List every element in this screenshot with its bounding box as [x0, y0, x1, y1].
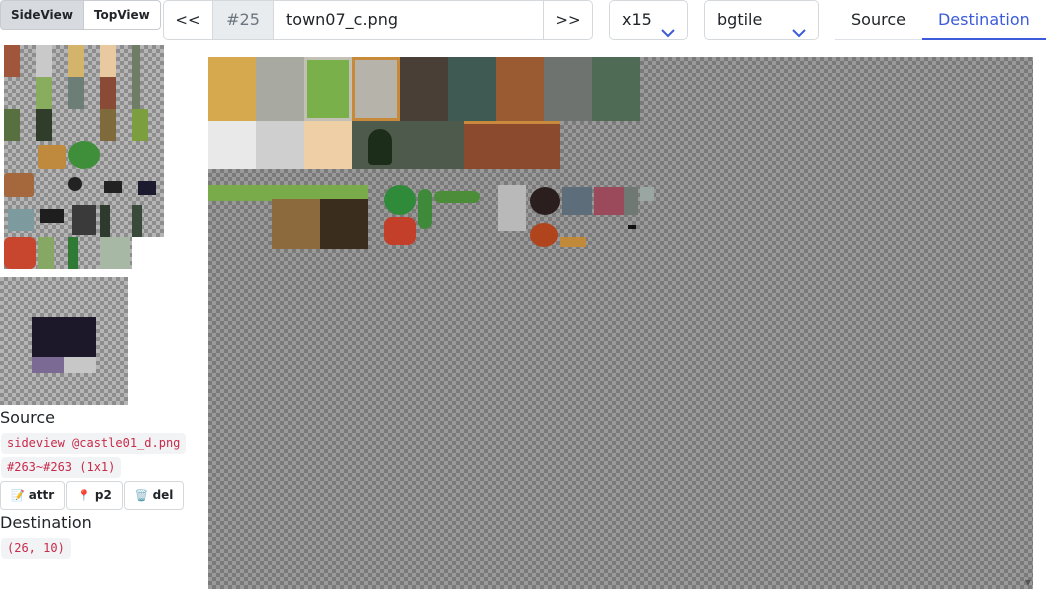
map-tile-dirt[interactable] — [400, 57, 448, 121]
tile-wood[interactable] — [68, 45, 84, 77]
zoom-value: x15 — [622, 10, 652, 29]
map-tile-cobble[interactable] — [256, 57, 304, 121]
pin-icon: 📍 — [77, 489, 91, 502]
view-tabs: Source Destination — [835, 0, 1046, 40]
map-canvas[interactable]: ▼ — [208, 57, 1033, 589]
del-button[interactable]: 🗑️ del — [123, 481, 185, 510]
tile-dark-block[interactable] — [138, 181, 156, 195]
map-tile-stone[interactable] — [448, 57, 496, 121]
map-tile-sand[interactable] — [304, 121, 352, 169]
del-label: del — [152, 488, 174, 502]
source-file-code: sideview @castle01_d.png — [1, 433, 187, 454]
map-tile-wall[interactable] — [592, 57, 640, 121]
layer-select[interactable]: bgtile — [704, 0, 819, 40]
map-tile-plaster[interactable] — [256, 121, 304, 169]
tile-post[interactable] — [100, 205, 110, 237]
topview-button[interactable]: TopView — [83, 0, 161, 30]
map-tile-tomb[interactable] — [640, 187, 654, 201]
tile-statue[interactable] — [36, 45, 52, 77]
tile-bush[interactable] — [68, 141, 100, 169]
map-tile-spider[interactable] — [530, 187, 560, 215]
tile-grate[interactable] — [40, 209, 64, 223]
tab-source[interactable]: Source — [835, 0, 922, 40]
map-tile-brick[interactable] — [496, 57, 544, 121]
map-tile-bush[interactable] — [384, 185, 416, 215]
tile-grass[interactable] — [36, 77, 52, 109]
map-tile-sign[interactable] — [560, 237, 586, 247]
map-tile-window[interactable] — [352, 57, 400, 121]
destination-coords-code: (26, 10) — [1, 538, 71, 559]
map-tile-sand[interactable] — [208, 57, 256, 121]
chevron-down-icon — [661, 14, 675, 52]
map-tile-gargoyle[interactable] — [594, 187, 624, 215]
p2-label: p2 — [94, 488, 112, 502]
p2-button[interactable]: 📍 p2 — [66, 481, 123, 510]
map-tile-shadow[interactable] — [368, 129, 392, 165]
tile-pillar[interactable] — [132, 45, 140, 109]
tile-fence[interactable] — [100, 237, 130, 269]
tile-grass[interactable] — [38, 237, 54, 269]
tile-shadow[interactable] — [36, 109, 52, 141]
tab-destination[interactable]: Destination — [921, 0, 1046, 40]
tile-post[interactable] — [132, 205, 142, 237]
tile-stone[interactable] — [68, 77, 84, 109]
map-tile-statue[interactable] — [498, 185, 526, 231]
view-toggle: SideView TopView — [0, 0, 161, 30]
map-tile-dark-bit[interactable] — [628, 225, 636, 229]
trash-icon: 🗑️ — [134, 489, 149, 502]
map-tile-flowers[interactable] — [384, 217, 416, 245]
tile-flowers[interactable] — [4, 237, 36, 269]
memo-icon: 📝 — [11, 489, 25, 502]
map-tile-grass[interactable] — [304, 57, 352, 121]
prev-file-button[interactable]: << — [163, 0, 213, 40]
tile-brick[interactable] — [4, 45, 20, 77]
tile-brick[interactable] — [100, 77, 116, 109]
filename-field[interactable]: town07_c.png — [273, 0, 543, 40]
scroll-down-arrow-icon[interactable]: ▼ — [1025, 578, 1031, 587]
map-tile-vine[interactable] — [418, 189, 432, 229]
attr-button[interactable]: 📝 attr — [0, 481, 66, 510]
map-tile-wall[interactable] — [544, 57, 592, 121]
tile-spider[interactable] — [68, 177, 82, 191]
zoom-select[interactable]: x15 — [609, 0, 688, 40]
sideview-button[interactable]: SideView — [0, 0, 84, 30]
map-tile-gate[interactable] — [464, 121, 560, 169]
preview-purple-tile — [32, 357, 64, 373]
tile-sand[interactable] — [100, 45, 116, 77]
tile-wall[interactable] — [4, 109, 20, 141]
tile-tombstone[interactable] — [8, 209, 34, 231]
source-heading: Source — [0, 408, 55, 427]
tileset-palette[interactable] — [4, 45, 164, 269]
tile-grass[interactable] — [132, 109, 148, 141]
map-tile-cliff-dark[interactable] — [320, 185, 368, 249]
preview-light-tile — [64, 357, 96, 373]
selected-tile-preview — [0, 277, 128, 405]
map-tile-gargoyle[interactable] — [562, 187, 592, 215]
tile-sign[interactable] — [38, 145, 66, 169]
chevron-down-icon — [792, 14, 806, 52]
file-navigator: << #25 town07_c.png >> — [163, 0, 593, 40]
layer-value: bgtile — [717, 10, 763, 29]
tile-gate[interactable] — [104, 181, 122, 193]
attr-label: attr — [28, 488, 55, 502]
map-tile-grass-strip[interactable] — [208, 185, 272, 201]
map-tile-spider-red[interactable] — [530, 223, 558, 247]
tile-actions: 📝 attr 📍 p2 🗑️ del — [0, 481, 185, 510]
map-tile-cross[interactable] — [624, 187, 638, 215]
map-tile-cliff[interactable] — [272, 185, 320, 249]
next-file-button[interactable]: >> — [543, 0, 593, 40]
destination-heading: Destination — [0, 513, 92, 532]
map-tile-plaster[interactable] — [208, 121, 256, 169]
map-tile-hedge[interactable] — [434, 191, 480, 203]
tile-cross[interactable] — [72, 205, 96, 235]
source-range-code: #263~#263 (1x1) — [1, 457, 122, 478]
tile-fence[interactable] — [100, 109, 116, 141]
tile-vine[interactable] — [68, 237, 78, 269]
tile-sign[interactable] — [4, 173, 34, 197]
file-index: #25 — [213, 0, 273, 40]
